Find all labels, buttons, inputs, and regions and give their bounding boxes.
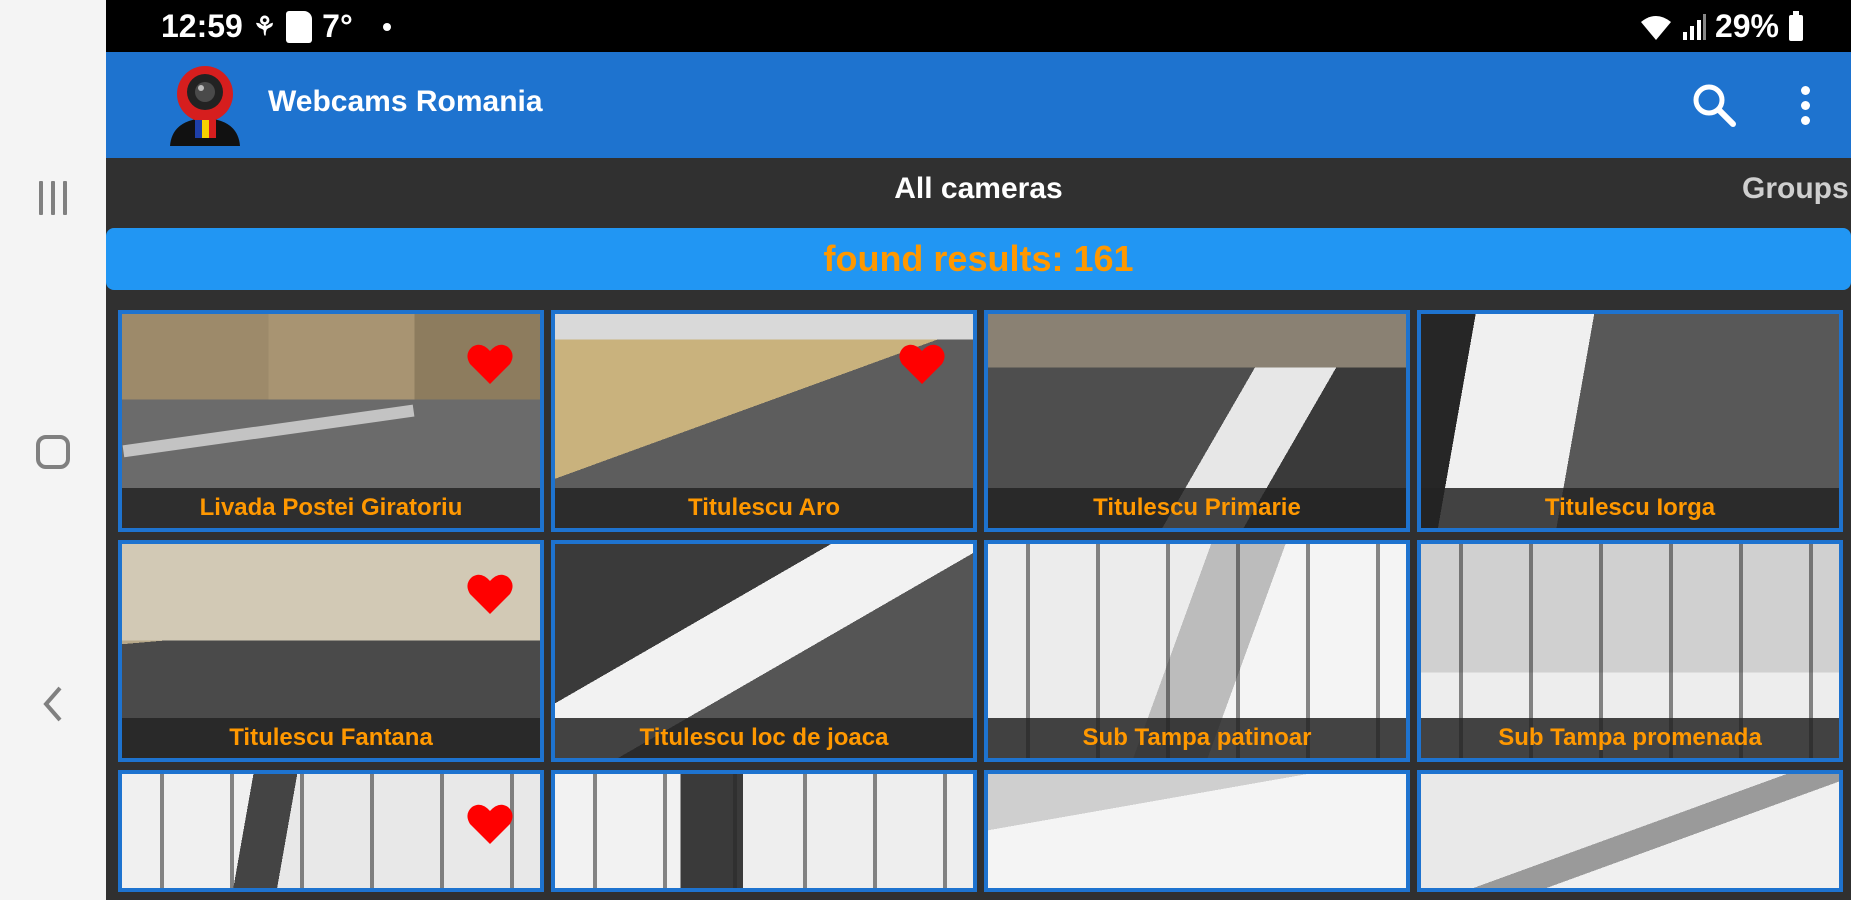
battery-percentage: 29% (1714, 8, 1779, 44)
camera-name: Titulescu Fantana (122, 718, 540, 758)
camera-name: Titulescu loc de joaca (555, 718, 973, 758)
status-time: 12:59 (161, 8, 243, 44)
app-title: Webcams Romania (268, 85, 543, 118)
favorite-heart-icon[interactable] (898, 342, 946, 386)
camera-tile[interactable]: Sub Tampa patinoar (984, 540, 1410, 762)
sd-card-icon (286, 10, 313, 43)
camera-name: Sub Tampa promenada (1421, 718, 1839, 758)
camera-thumbnail (555, 774, 973, 888)
home-icon[interactable] (28, 427, 78, 477)
camera-tile[interactable]: Titulescu Primarie (984, 310, 1410, 532)
camera-thumbnail (988, 774, 1406, 888)
notification-icon: ⚘ (252, 11, 277, 41)
camera-tile[interactable] (118, 770, 544, 892)
camera-name: Titulescu Primarie (988, 488, 1406, 528)
signal-icon (1682, 13, 1706, 40)
status-temperature: 7° (322, 8, 353, 44)
camera-tile[interactable]: Titulescu Iorga (1417, 310, 1843, 532)
status-bar: 12:59 ⚘ 7° 29% (106, 0, 1851, 52)
battery-charging-icon (1789, 10, 1803, 41)
recents-icon[interactable] (28, 173, 78, 223)
results-count: found results: 161 (823, 238, 1134, 279)
camera-tile[interactable] (984, 770, 1410, 892)
tab-all-cameras[interactable]: All cameras (106, 172, 1851, 206)
camera-tile[interactable] (1417, 770, 1843, 892)
more-notifications-icon (382, 22, 391, 31)
tab-bar: All cameras Groups (106, 158, 1851, 224)
camera-name: Livada Postei Giratoriu (122, 488, 540, 528)
app-screen: 12:59 ⚘ 7° 29% Webcams Romania All camer… (106, 0, 1851, 900)
search-icon (1693, 84, 1736, 127)
webcam-logo-icon (170, 66, 240, 146)
overflow-menu-button[interactable] (1785, 80, 1825, 130)
favorite-heart-icon[interactable] (466, 342, 514, 386)
app-bar: Webcams Romania (106, 52, 1851, 158)
camera-name: Titulescu Aro (555, 488, 973, 528)
more-vert-icon (1800, 85, 1810, 95)
favorite-heart-icon[interactable] (466, 572, 514, 616)
camera-name: Sub Tampa patinoar (988, 718, 1406, 758)
camera-tile[interactable]: Sub Tampa promenada (1417, 540, 1843, 762)
search-button[interactable] (1689, 80, 1739, 130)
camera-grid: Livada Postei Giratoriu Titulescu Aro Ti… (118, 310, 1845, 900)
camera-tile[interactable]: Titulescu Fantana (118, 540, 544, 762)
wifi-icon (1640, 15, 1671, 40)
tab-groups[interactable]: Groups (1742, 172, 1849, 206)
back-icon[interactable] (28, 679, 78, 729)
camera-tile[interactable]: Livada Postei Giratoriu (118, 310, 544, 532)
system-navigation-bar (0, 0, 106, 900)
camera-tile[interactable]: Titulescu Aro (551, 310, 977, 532)
camera-tile[interactable]: Titulescu loc de joaca (551, 540, 977, 762)
camera-tile[interactable] (551, 770, 977, 892)
camera-thumbnail (1421, 774, 1839, 888)
camera-name: Titulescu Iorga (1421, 488, 1839, 528)
favorite-heart-icon[interactable] (466, 802, 514, 846)
results-banner: found results: 161 (106, 228, 1851, 290)
